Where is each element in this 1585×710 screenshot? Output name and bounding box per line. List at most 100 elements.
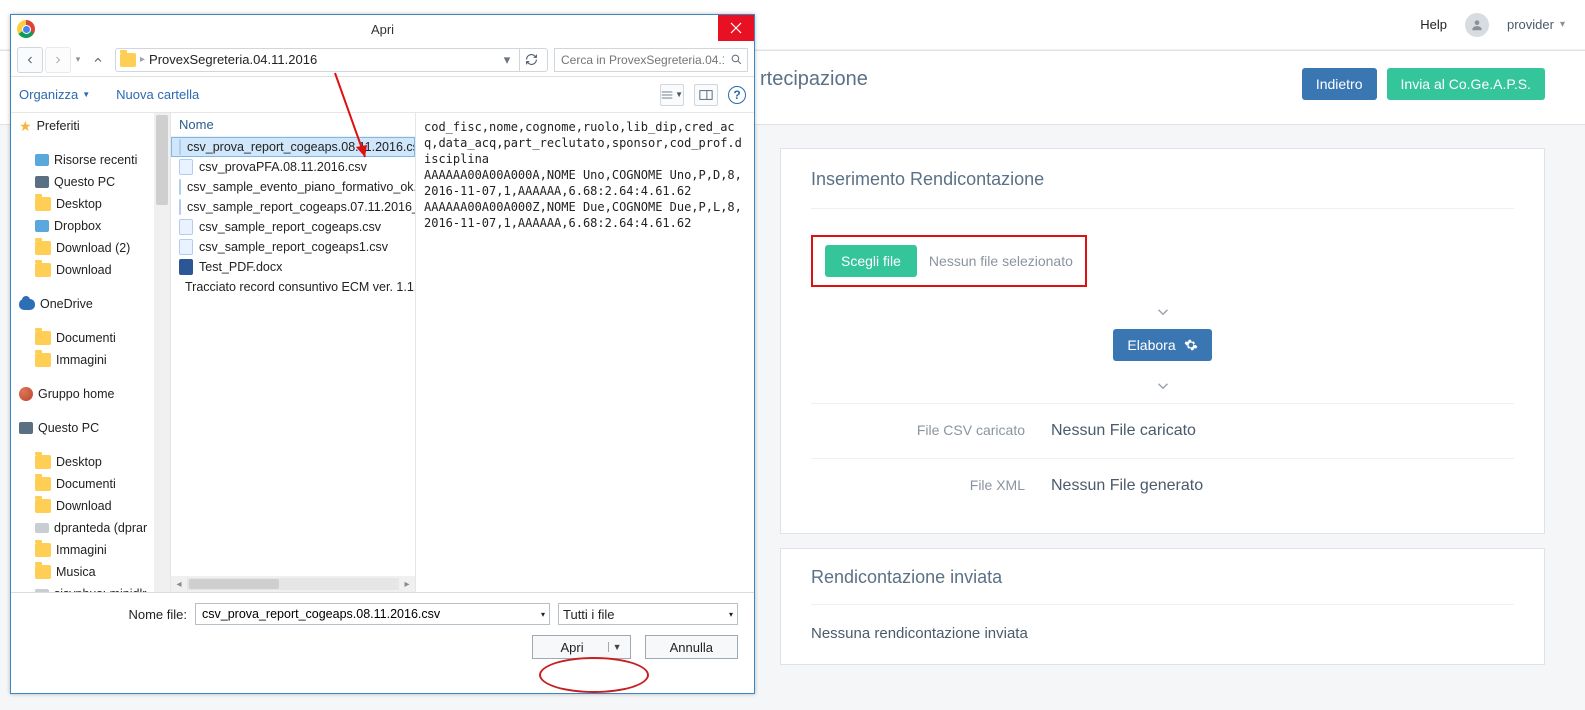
panel-rendicontazione-inviata: Rendicontazione inviata Nessuna rendicon… bbox=[780, 548, 1545, 665]
address-dropdown[interactable]: ▾ bbox=[499, 52, 515, 68]
refresh-button[interactable] bbox=[519, 48, 543, 72]
filename-input[interactable] bbox=[200, 606, 541, 622]
file-preview-pane: cod_fisc,nome,cognome,ruolo,lib_dip,cred… bbox=[416, 113, 754, 592]
tree-scrollbar[interactable] bbox=[154, 113, 170, 592]
tree-preferiti[interactable]: ★Preferiti bbox=[17, 115, 170, 137]
chevron-down-icon bbox=[1150, 299, 1176, 325]
cancel-button[interactable]: Annulla bbox=[645, 635, 738, 659]
folder-icon bbox=[35, 543, 51, 557]
tree-item[interactable]: Questo PC bbox=[33, 171, 170, 193]
file-item[interactable]: Tracciato record consuntivo ECM ver. 1.1… bbox=[171, 277, 415, 297]
list-icon bbox=[661, 89, 673, 101]
star-icon: ★ bbox=[19, 117, 32, 135]
xml-label: File XML bbox=[811, 477, 1051, 495]
folder-icon bbox=[35, 523, 49, 533]
file-name: Test_PDF.docx bbox=[199, 260, 282, 274]
file-name: csv_sample_report_cogeaps.csv bbox=[199, 220, 381, 234]
homegroup-icon bbox=[19, 387, 33, 401]
tree-item[interactable]: Download bbox=[33, 495, 170, 517]
tree-item[interactable]: Documenti bbox=[33, 327, 170, 349]
file-icon bbox=[179, 259, 193, 275]
tree-item[interactable]: Download bbox=[33, 259, 170, 281]
tree-item[interactable]: Desktop bbox=[33, 451, 170, 473]
tree-item[interactable]: dpranteda (dprar bbox=[33, 517, 170, 539]
panel-title: Rendicontazione inviata bbox=[811, 567, 1514, 588]
avatar-icon bbox=[1465, 13, 1489, 37]
breadcrumb-sep: ▸ bbox=[140, 54, 145, 65]
nav-back-button[interactable] bbox=[17, 47, 43, 73]
tree-item[interactable]: Immagini bbox=[33, 539, 170, 561]
dialog-titlebar[interactable]: Apri bbox=[11, 15, 754, 43]
view-options-button[interactable]: ▼ bbox=[660, 84, 684, 106]
chevron-down-icon: ▼ bbox=[82, 90, 90, 99]
scroll-left-icon[interactable]: ◂ bbox=[171, 579, 187, 590]
tree-item[interactable]: Download (2) bbox=[33, 237, 170, 259]
tree-questo-pc[interactable]: Questo PC bbox=[17, 417, 170, 439]
file-name: csv_prova_report_cogeaps.08.11.2016.csv bbox=[187, 140, 415, 154]
file-item[interactable]: csv_sample_report_cogeaps1.csv bbox=[171, 237, 415, 257]
search-box[interactable] bbox=[554, 48, 748, 72]
elabora-button[interactable]: Elabora bbox=[1113, 329, 1211, 361]
filetype-select[interactable]: Tutti i file ▾ bbox=[558, 603, 738, 625]
nav-forward-button[interactable] bbox=[45, 47, 71, 73]
open-label: Apri bbox=[537, 640, 608, 655]
arrow-right-icon bbox=[52, 54, 64, 66]
file-name: csv_sample_report_cogeaps.07.11.2016_o..… bbox=[187, 200, 415, 214]
chevron-down-icon[interactable]: ▾ bbox=[541, 610, 545, 619]
open-split-dropdown[interactable]: ▼ bbox=[608, 642, 626, 652]
chevron-down-icon: ▾ bbox=[1560, 19, 1565, 30]
user-name: provider bbox=[1507, 17, 1554, 32]
tree-item[interactable]: Immagini bbox=[33, 349, 170, 371]
tree-item[interactable]: sisyphus: minidlr bbox=[33, 583, 170, 592]
tree-item[interactable]: Dropbox bbox=[33, 215, 170, 237]
nav-history-dropdown[interactable]: ▾ bbox=[73, 54, 83, 65]
tree-item[interactable]: Desktop bbox=[33, 193, 170, 215]
filetype-label: Tutti i file bbox=[563, 607, 615, 622]
chrome-icon bbox=[17, 20, 35, 38]
nav-tree[interactable]: ★Preferiti Risorse recentiQuesto PCDeskt… bbox=[11, 113, 171, 592]
tree-item[interactable]: Risorse recenti bbox=[33, 149, 170, 171]
preview-pane-button[interactable] bbox=[694, 84, 718, 106]
file-icon bbox=[179, 179, 181, 195]
open-button[interactable]: Apri ▼ bbox=[532, 635, 631, 659]
indietro-button[interactable]: Indietro bbox=[1302, 68, 1377, 100]
nav-up-button[interactable] bbox=[85, 47, 111, 73]
file-list[interactable]: Nome csv_prova_report_cogeaps.08.11.2016… bbox=[171, 113, 416, 592]
user-menu[interactable]: provider ▾ bbox=[1507, 17, 1565, 32]
file-list-hscrollbar[interactable]: ◂ ▸ bbox=[171, 576, 415, 592]
dialog-navbar: ▾ ▸ ProvexSegreteria.04.11.2016 ▾ bbox=[11, 43, 754, 77]
folder-icon bbox=[35, 455, 51, 469]
help-button[interactable]: ? bbox=[728, 86, 746, 104]
organizza-menu[interactable]: Organizza ▼ bbox=[19, 87, 90, 102]
file-item[interactable]: csv_sample_report_cogeaps.07.11.2016_o..… bbox=[171, 197, 415, 217]
scegli-file-button[interactable]: Scegli file bbox=[825, 245, 917, 277]
file-name: Tracciato record consuntivo ECM ver. 1.1… bbox=[185, 280, 415, 294]
invia-cogeaps-button[interactable]: Invia al Co.Ge.A.P.S. bbox=[1387, 68, 1545, 100]
close-icon bbox=[730, 22, 742, 34]
arrow-up-icon bbox=[92, 54, 104, 66]
file-item[interactable]: Test_PDF.docx bbox=[171, 257, 415, 277]
nuova-cartella-button[interactable]: Nuova cartella bbox=[116, 87, 199, 102]
file-name: csv_sample_report_cogeaps1.csv bbox=[199, 240, 388, 254]
address-bar[interactable]: ▸ ProvexSegreteria.04.11.2016 ▾ bbox=[115, 48, 548, 72]
scroll-right-icon[interactable]: ▸ bbox=[399, 579, 415, 590]
file-item[interactable]: csv_prova_report_cogeaps.08.11.2016.csv bbox=[171, 137, 415, 157]
help-link[interactable]: Help bbox=[1420, 17, 1447, 32]
gear-icon bbox=[1184, 338, 1198, 352]
breadcrumb-folder[interactable]: ProvexSegreteria.04.11.2016 bbox=[149, 52, 317, 67]
tree-onedrive[interactable]: OneDrive bbox=[17, 293, 170, 315]
tree-item[interactable]: Documenti bbox=[33, 473, 170, 495]
close-button[interactable] bbox=[718, 15, 754, 41]
filename-input-wrap[interactable]: ▾ bbox=[195, 603, 550, 625]
file-item[interactable]: csv_sample_report_cogeaps.csv bbox=[171, 217, 415, 237]
file-item[interactable]: csv_provaPFA.08.11.2016.csv bbox=[171, 157, 415, 177]
tree-gruppo-home[interactable]: Gruppo home bbox=[17, 383, 170, 405]
preview-icon bbox=[699, 89, 713, 101]
column-header-name[interactable]: Nome bbox=[171, 113, 415, 137]
search-input[interactable] bbox=[559, 52, 726, 68]
folder-icon bbox=[35, 197, 51, 211]
file-item[interactable]: csv_sample_evento_piano_formativo_ok.... bbox=[171, 177, 415, 197]
filename-label: Nome file: bbox=[111, 607, 187, 622]
tree-item[interactable]: Musica bbox=[33, 561, 170, 583]
folder-icon bbox=[35, 499, 51, 513]
